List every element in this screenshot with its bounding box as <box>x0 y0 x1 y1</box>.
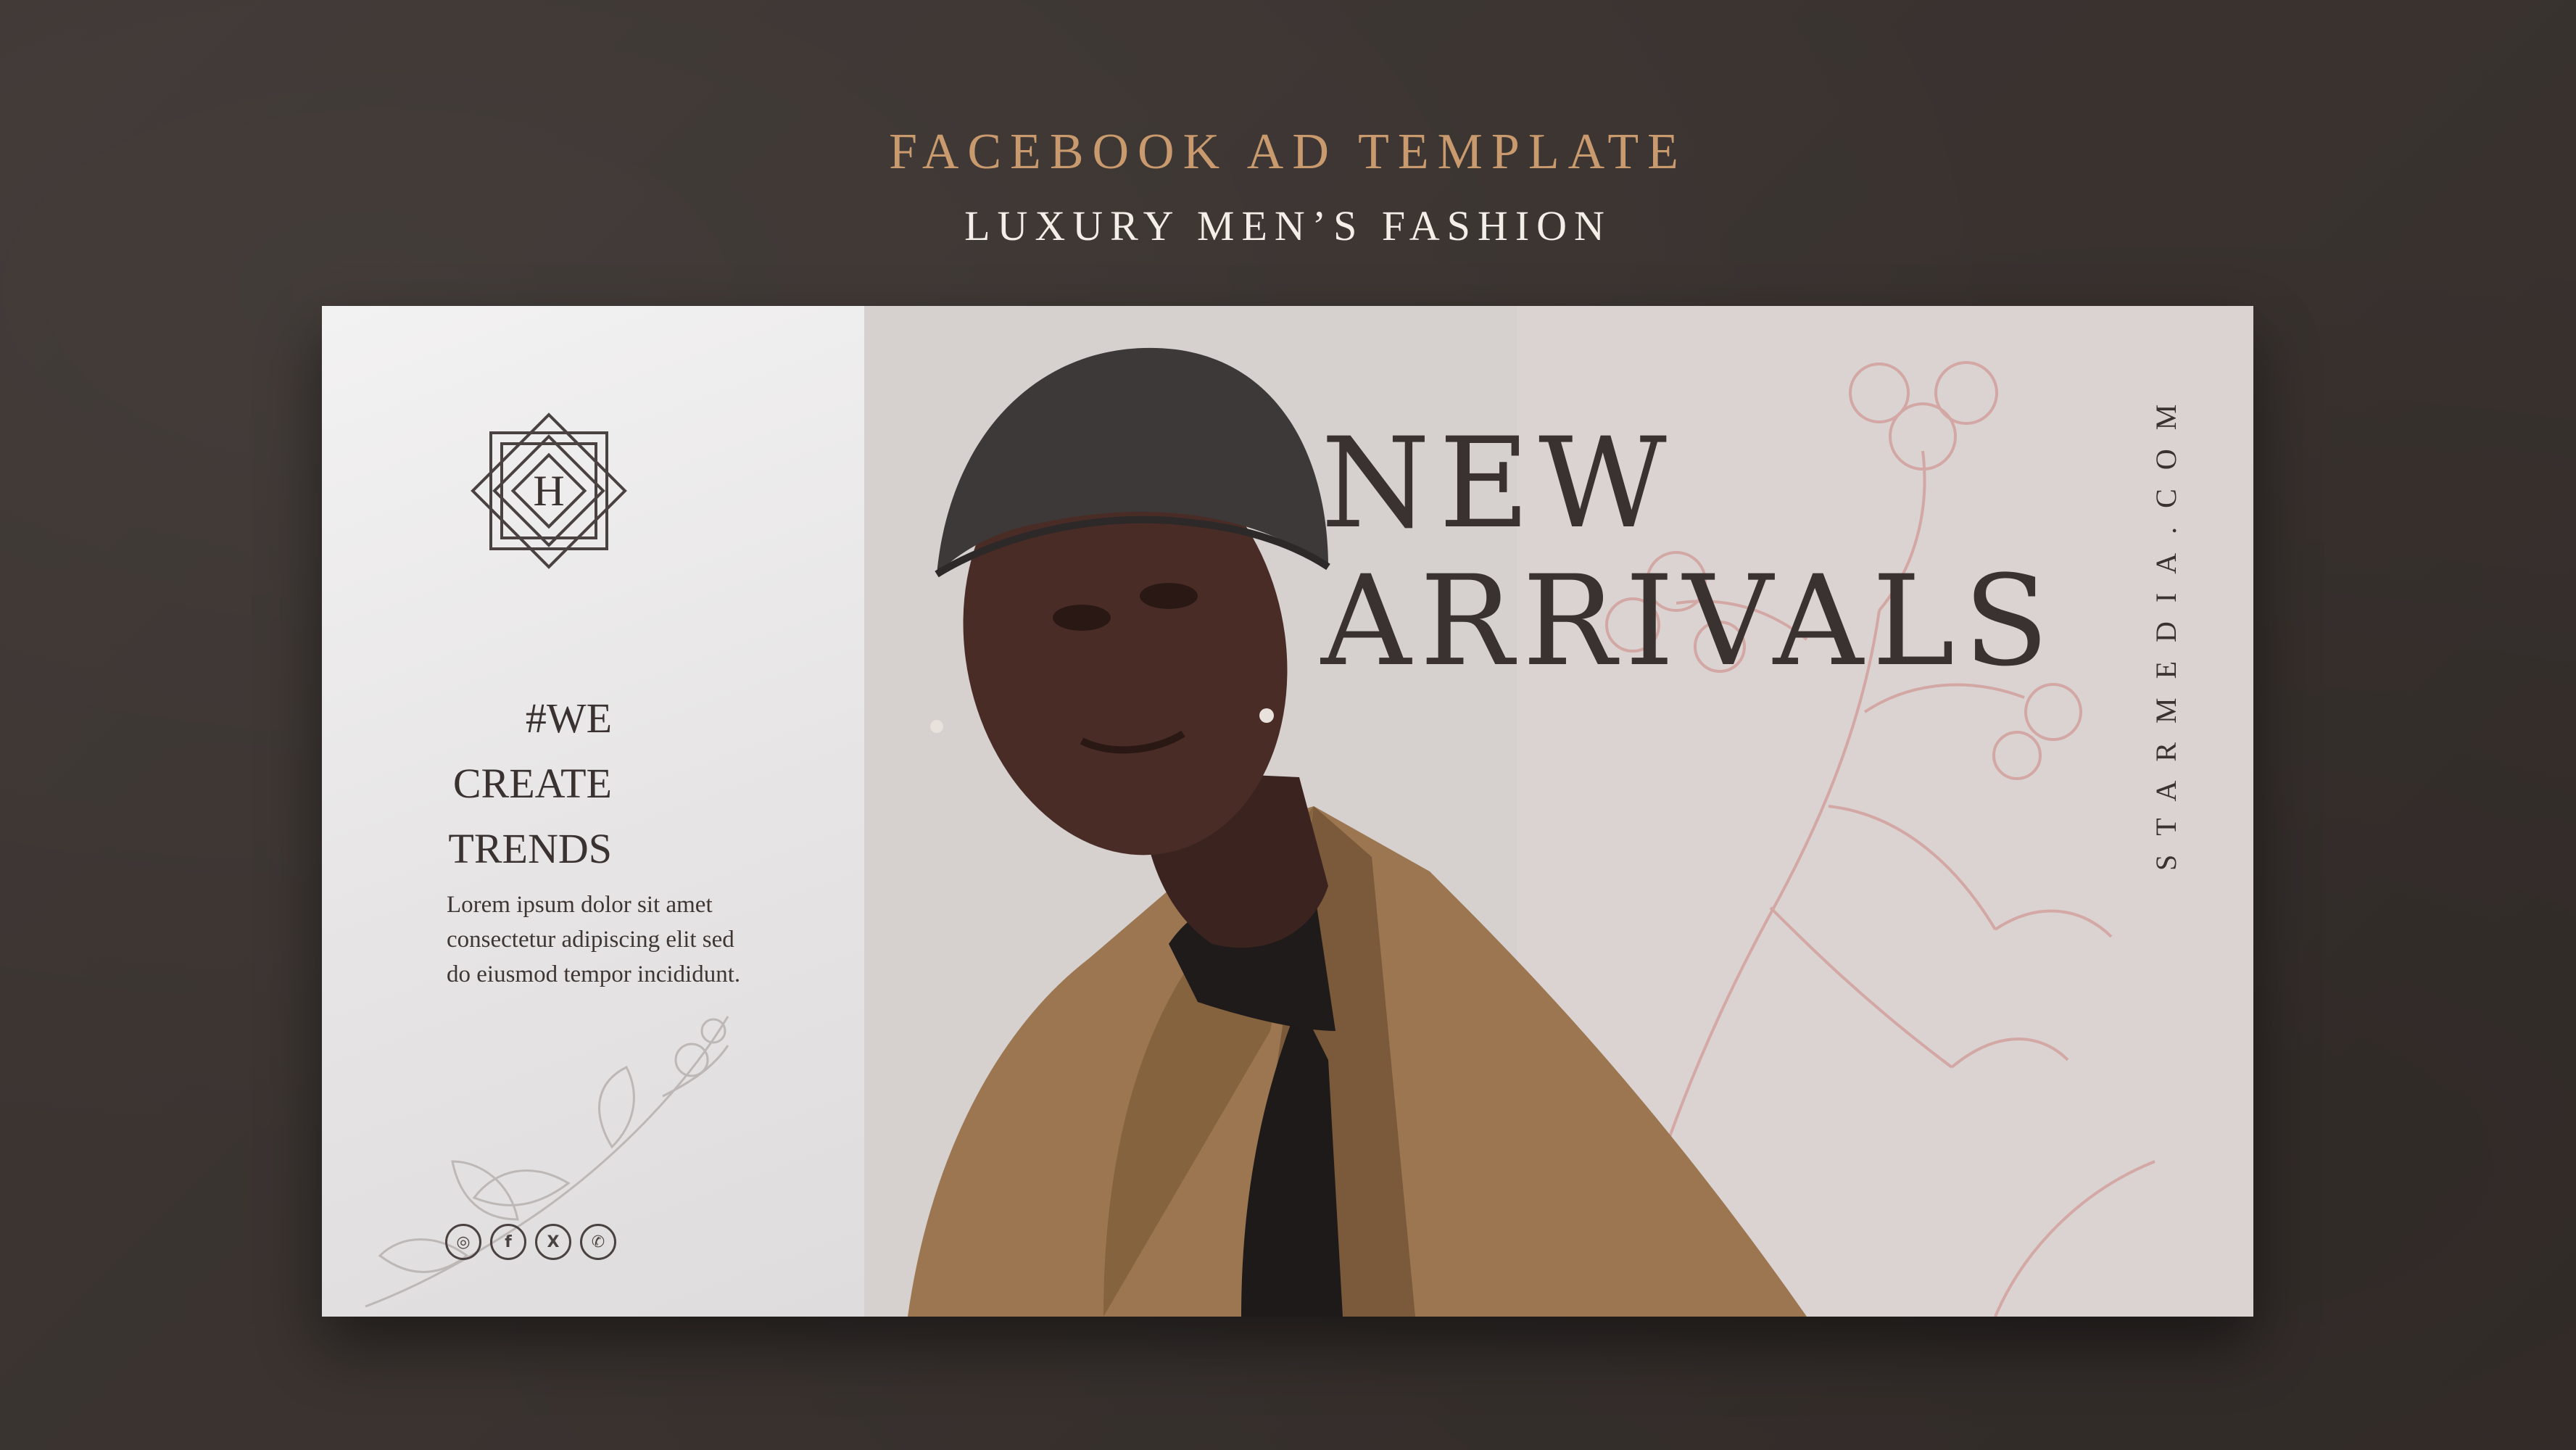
body-copy: Lorem ipsum dolor sit amet consectetur a… <box>447 892 741 987</box>
website-url[interactable]: STARMEDIA.COM <box>2149 386 2192 1256</box>
header-title: FACEBOOK AD TEMPLATE <box>889 124 1687 180</box>
headline-line-2: ARRIVALS <box>1321 548 2058 694</box>
instagram-icon[interactable]: ◎ <box>445 1224 481 1260</box>
hashtag-line-1: #WE <box>525 695 612 742</box>
header-subtitle: LUXURY MEN’S FASHION <box>964 202 1612 249</box>
headline-line-1: NEW <box>1321 410 1676 556</box>
headline: NEW ARRIVALS <box>1321 415 2058 690</box>
brand-logo-icon: H <box>471 413 627 569</box>
ad-left-panel: H #WE CREATE TRENDS Lorem ipsum dolor si… <box>322 306 864 1317</box>
hashtag-line-3: TRENDS <box>448 825 612 872</box>
hashtag-text: #WE CREATE TRENDS <box>394 686 612 882</box>
floral-sketch-left <box>365 1016 729 1308</box>
facebook-icon[interactable]: f <box>490 1224 526 1260</box>
social-icons: ◎ f X ✆ <box>445 1224 616 1260</box>
whatsapp-icon[interactable]: ✆ <box>580 1224 616 1260</box>
ad-card: H #WE CREATE TRENDS Lorem ipsum dolor si… <box>322 306 2253 1317</box>
x-icon[interactable]: X <box>535 1224 571 1260</box>
header: FACEBOOK AD TEMPLATE LUXURY MEN’S FASHIO… <box>0 123 2576 250</box>
hashtag-line-2: CREATE <box>452 760 612 807</box>
logo-letter: H <box>533 467 564 515</box>
